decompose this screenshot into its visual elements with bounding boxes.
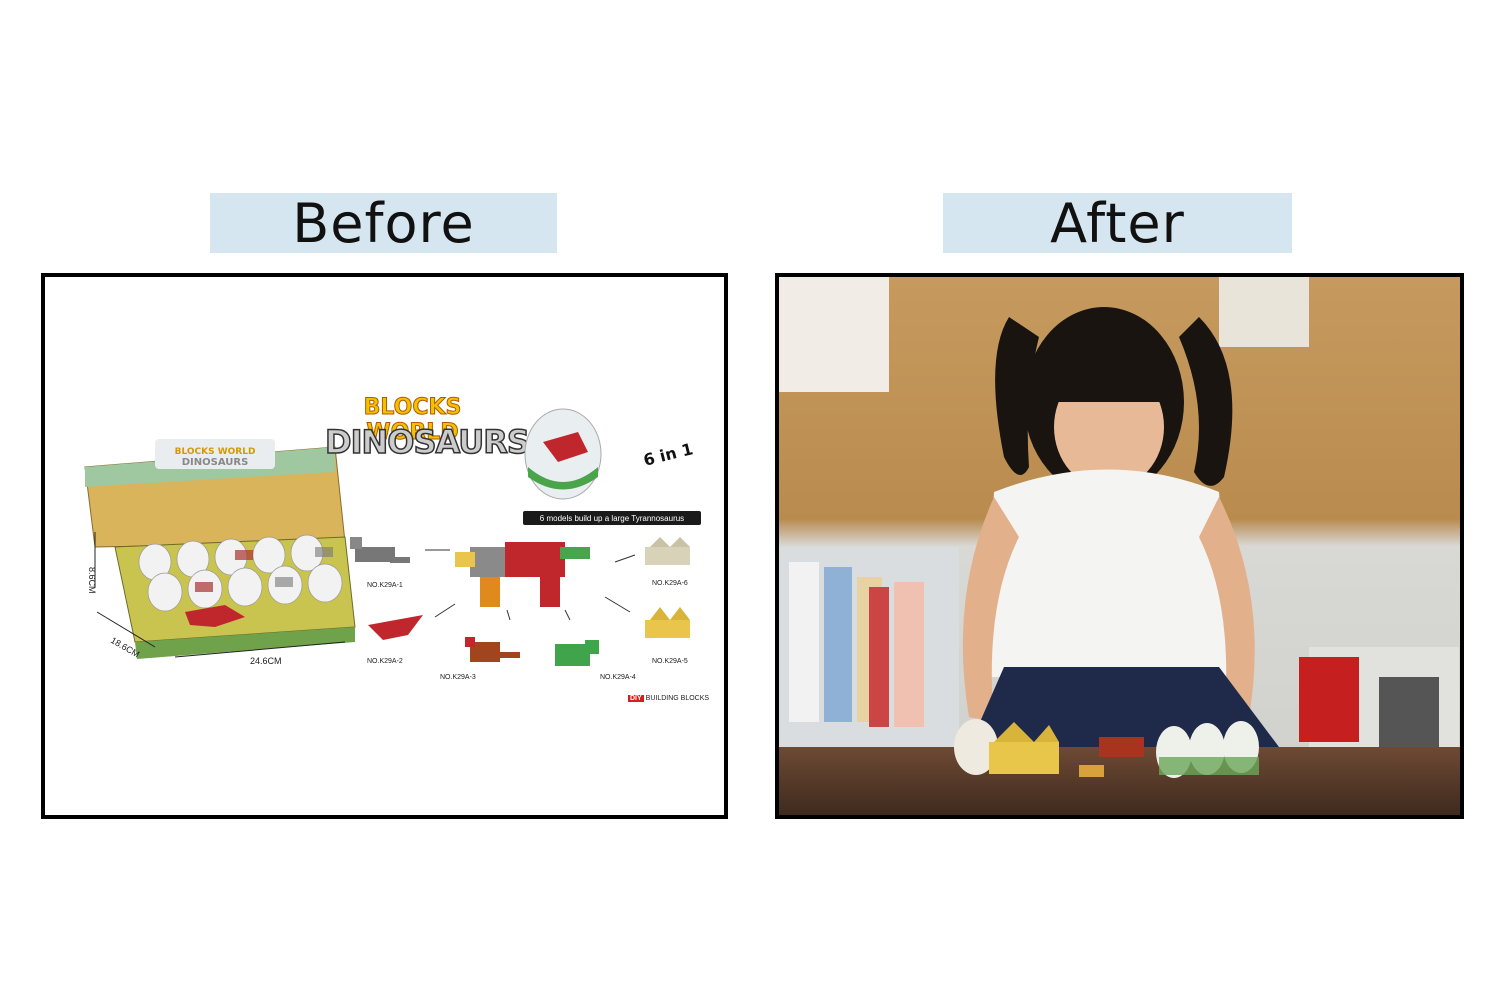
girl-playing-photo bbox=[779, 277, 1460, 815]
after-image-panel bbox=[775, 273, 1464, 819]
dim-width: 24.6CM bbox=[250, 656, 282, 666]
svg-text:DINOSAURS: DINOSAURS bbox=[182, 457, 249, 468]
tagline: 6 models build up a large Tyrannosaurus bbox=[523, 511, 701, 525]
before-label-text: Before bbox=[292, 191, 475, 255]
brand-logo: BLOCKS WORLD DINOSAURS bbox=[324, 395, 530, 495]
model-label-2: NO.K29A-2 bbox=[367, 658, 403, 665]
before-image-panel: BLOCKS WORLD DINOSAURS 8.6CM 18.6CM 24.6… bbox=[41, 273, 728, 819]
model-label-1: NO.K29A-1 bbox=[367, 582, 403, 589]
diy-building-blocks: DIY BUILDING BLOCKS bbox=[628, 695, 709, 702]
product-box-illustration: BLOCKS WORLD DINOSAURS 8.6CM 18.6CM 24.6… bbox=[84, 439, 356, 666]
six-in-one-badge: 6 in 1 bbox=[641, 439, 695, 470]
svg-text:BLOCKS WORLD: BLOCKS WORLD bbox=[175, 447, 256, 457]
model-label-6: NO.K29A-6 bbox=[652, 580, 688, 587]
model-1-image bbox=[350, 537, 410, 563]
after-label: After bbox=[943, 191, 1292, 255]
dim-height: 8.6CM bbox=[87, 567, 97, 594]
model-label-5: NO.K29A-5 bbox=[652, 658, 688, 665]
diy-tag: DIY bbox=[628, 695, 644, 702]
model-label-3: NO.K29A-3 bbox=[440, 674, 476, 681]
assembly-arrows bbox=[425, 549, 636, 621]
before-label: Before bbox=[210, 191, 557, 255]
diy-text: BUILDING BLOCKS bbox=[645, 695, 710, 702]
logo-subtitle: DINOSAURS bbox=[324, 422, 530, 462]
model-label-4: NO.K29A-4 bbox=[600, 674, 636, 681]
after-label-text: After bbox=[1050, 191, 1185, 255]
dino-egg-image bbox=[524, 408, 602, 500]
